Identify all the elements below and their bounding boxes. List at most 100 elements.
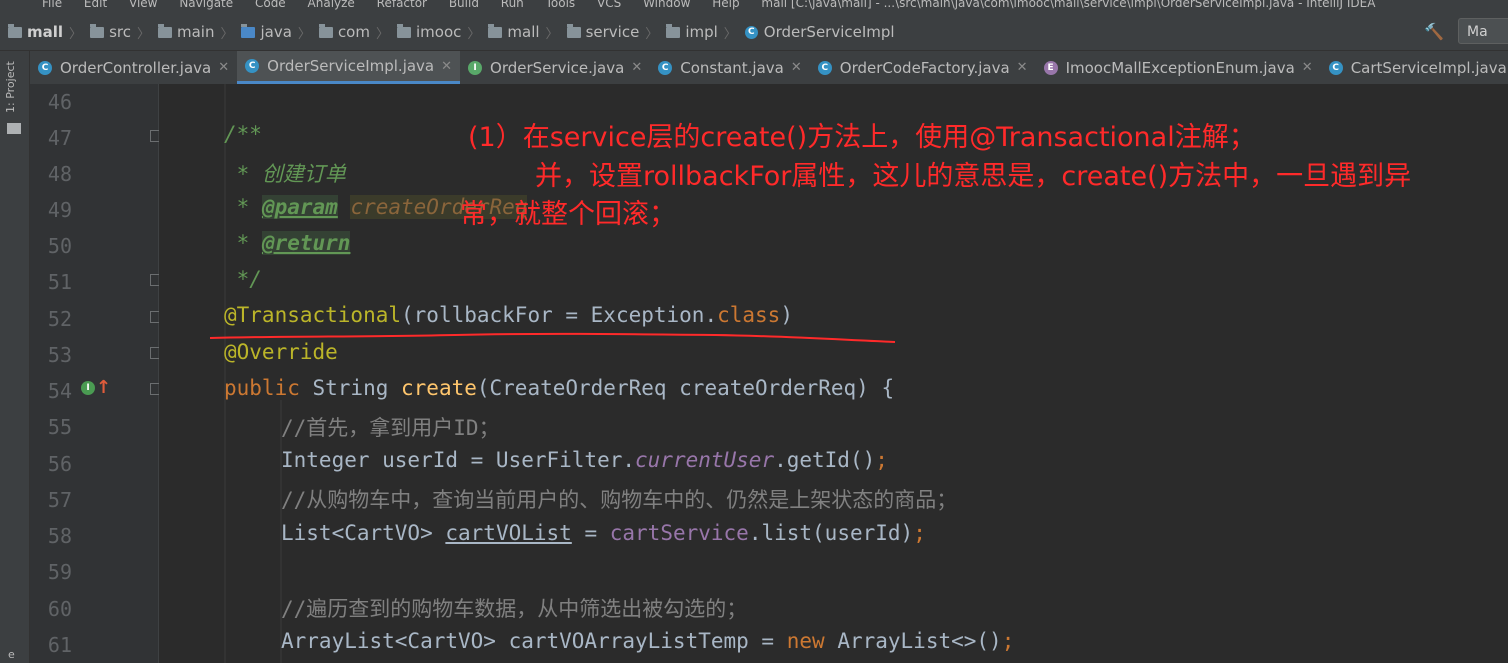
chevron-right-icon: 〉 [645,26,659,42]
chevron-right-icon: 〉 [136,26,150,42]
menu-refactor[interactable]: Refactor [377,0,427,10]
tab-order-service-impl[interactable]: C OrderServiceImpl.java ✕ [237,51,461,84]
chevron-right-icon: 〉 [467,26,481,42]
annotation-line-3: 常，就整个回滚； [460,199,676,230]
folder-icon [8,23,22,38]
package-icon [666,23,681,38]
red-underline-mark [209,332,896,343]
code-line-47: /** [224,122,262,146]
menu-edit[interactable]: Edit [84,0,107,10]
chevron-right-icon: 〉 [297,26,311,42]
code-line-52: @Transactional(rollbackFor = Exception.c… [224,303,793,327]
package-icon [488,23,503,38]
package-icon [397,23,411,38]
breadcrumb-item-mall[interactable]: mall 〉 [8,23,82,42]
code-line-58: List<CartVO> cartVOList = cartService.li… [281,521,926,545]
tab-order-code-factory[interactable]: C OrderCodeFactory.java ✕ [810,51,1036,84]
side-bottom-label: e [8,648,15,661]
project-panel-toggle[interactable]: 1: Project [4,61,17,113]
editor-tab-bar: C OrderController.java ✕ C OrderServiceImpl… [30,51,1508,85]
run-config-selector[interactable]: Ma [1458,18,1508,44]
interface-icon: I [468,60,483,75]
breadcrumb-item-com[interactable]: com 〉 [318,23,389,42]
tab-constant[interactable]: C Constant.java ✕ [650,51,810,84]
tab-imooc-mall-exception-enum[interactable]: E ImoocMallExceptionEnum.java ✕ [1036,51,1321,84]
breadcrumb-item-imooc[interactable]: imooc 〉 [397,23,480,42]
breadcrumb-item-impl[interactable]: impl 〉 [666,23,737,42]
close-icon[interactable]: ✕ [218,60,229,75]
line-number: 60 [47,597,72,621]
menu-vcs[interactable]: VCS [597,0,621,10]
line-number: 46 [47,90,72,114]
breadcrumb-item-mall-pkg[interactable]: mall 〉 [488,23,559,42]
menu-help[interactable]: Help [712,0,739,10]
close-icon[interactable]: ✕ [1017,60,1028,75]
side-tool-strip: 1: Project e [0,51,30,663]
menu-window[interactable]: Window [643,0,690,10]
menu-view[interactable]: View [129,0,157,10]
code-line-55: //首先，拿到用户ID； [281,416,500,440]
code-line-54: public String create(CreateOrderReq crea… [224,376,895,400]
menu-run[interactable]: Run [501,0,524,10]
menu-code[interactable]: Code [255,0,286,10]
class-icon: C [245,59,260,73]
class-icon: C [38,60,52,75]
menu-bar: File Edit View Navigate Code Analyze Ref… [0,0,1508,14]
line-number: 58 [47,524,72,548]
breadcrumb-item-orderserviceimpl[interactable]: C OrderServiceImpl [744,23,895,41]
tab-order-controller[interactable]: C OrderController.java ✕ [30,51,237,84]
line-number: 50 [47,234,72,258]
javadoc-param-tag: @param [261,195,338,219]
javadoc-return-tag: @return [261,231,351,255]
line-number: 51 [47,270,72,294]
menu-build[interactable]: Build [449,0,479,10]
line-number: 48 [47,162,72,186]
breadcrumb-item-main[interactable]: main 〉 [157,23,234,42]
close-icon[interactable]: ✕ [631,60,642,75]
package-icon [318,23,333,38]
class-icon: C [1328,60,1343,75]
breadcrumb-item-src[interactable]: src 〉 [90,23,150,42]
code-line-61: ArrayList<CartVO> cartVOArrayListTemp = … [281,629,1015,653]
folder-icon [241,23,256,38]
code-line-60: //遍历查到的购物车数据，从中筛选出被勾选的； [281,597,748,621]
line-number: 61 [47,633,72,657]
code-line-50: * @return [224,231,351,255]
implements-method-icon[interactable]: I [81,381,95,395]
chevron-right-icon: 〉 [375,26,389,42]
close-icon[interactable]: ✕ [441,59,452,74]
breadcrumb-item-java[interactable]: java 〉 [241,23,311,42]
line-number: 47 [47,126,72,150]
chevron-right-icon: 〉 [545,26,559,42]
override-arrow-icon[interactable]: ↑ [96,377,111,398]
annotation-line-1: (1）在service层的create()方法上，使用@Transactiona… [468,122,1256,153]
code-line-57: //从购物车中，查询当前用户的、购物车中的、仍然是上架状态的商品； [281,488,958,512]
close-icon[interactable]: ✕ [1302,60,1313,75]
folder-icon [157,23,172,38]
menu-navigate[interactable]: Navigate [179,0,233,10]
chevron-right-icon: 〉 [220,26,234,42]
line-number: 55 [47,415,72,439]
package-icon [566,23,581,38]
menu-analyze[interactable]: Analyze [308,0,355,10]
line-number: 49 [47,198,72,222]
annotation-line-2: 并，设置rollbackFor属性，这儿的意思是，create()方法中，一旦遇… [535,161,1412,192]
line-number: 56 [47,452,72,476]
code-line-51: */ [224,267,262,291]
build-hammer-icon[interactable]: 🔨 [1424,22,1444,41]
chevron-right-icon: 〉 [723,26,737,42]
folder-icon [7,123,21,134]
class-icon: C [744,25,758,39]
code-line-48: * 创建订单 [224,162,346,186]
breadcrumb: mall 〉 src 〉 main 〉 java 〉 com 〉 imooc 〉 mall 〉… [0,14,1508,51]
window-title: mall [C:\java\mall] - ...\src\main\java\… [761,0,1376,10]
menu-file[interactable]: File [42,0,62,10]
line-number: 57 [47,488,72,512]
tab-order-service[interactable]: I OrderService.java ✕ [460,51,650,84]
close-icon[interactable]: ✕ [791,60,802,75]
class-icon: C [817,60,832,75]
menu-tools[interactable]: Tools [546,0,576,10]
breadcrumb-item-service[interactable]: service 〉 [566,23,659,42]
tab-cart-service-impl[interactable]: C CartServiceImpl.java [1321,51,1508,84]
line-number: 54 [47,379,72,403]
